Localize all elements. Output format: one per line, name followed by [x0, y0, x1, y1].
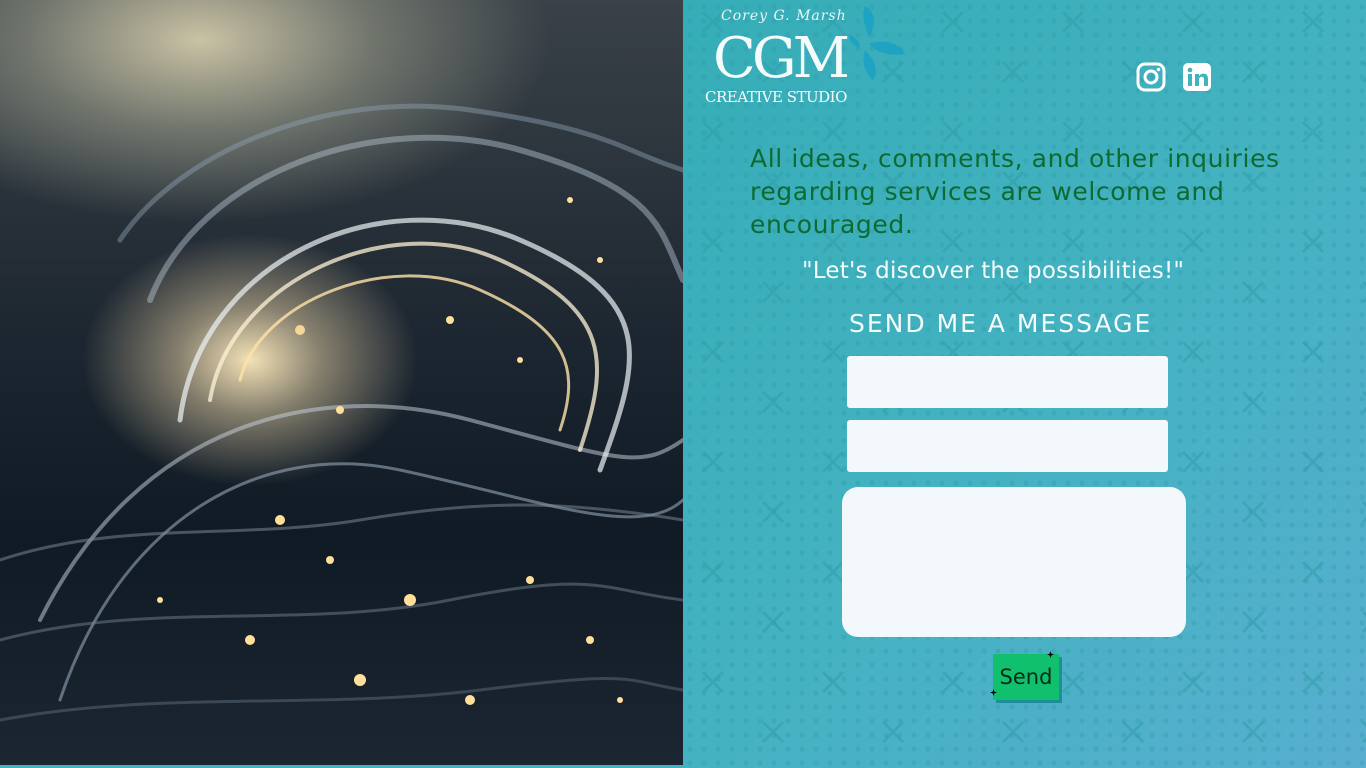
tagline: "Let's discover the possibilities!"	[802, 258, 1185, 284]
contact-panel: Corey G. Marsh CGM CREATIVE STUDIO All i…	[683, 0, 1366, 768]
instagram-link[interactable]	[1136, 62, 1166, 92]
logo-signature: Corey G. Marsh	[721, 8, 847, 24]
hero-wave-image	[0, 0, 683, 768]
sparkle-icon	[990, 689, 997, 696]
send-button[interactable]: Send	[990, 651, 1059, 700]
intro-paragraph: All ideas, comments, and other inquiries…	[750, 144, 1280, 239]
splash-icon	[849, 6, 905, 80]
name-field[interactable]	[847, 356, 1168, 408]
wave-illustration	[0, 103, 683, 768]
logo-studio-name: CREATIVE STUDIO	[705, 88, 847, 106]
logo-monogram: CGM	[713, 26, 850, 91]
send-button-label: Send	[999, 665, 1053, 689]
form-title: SEND ME A MESSAGE	[849, 309, 1153, 338]
cgm-logo[interactable]: Corey G. Marsh CGM CREATIVE STUDIO	[705, 4, 905, 114]
linkedin-link[interactable]	[1182, 62, 1212, 92]
instagram-icon	[1136, 62, 1166, 92]
email-field[interactable]	[847, 420, 1168, 472]
message-field[interactable]	[842, 487, 1186, 637]
sparkle-icon	[1047, 651, 1054, 658]
linkedin-icon	[1183, 63, 1211, 91]
